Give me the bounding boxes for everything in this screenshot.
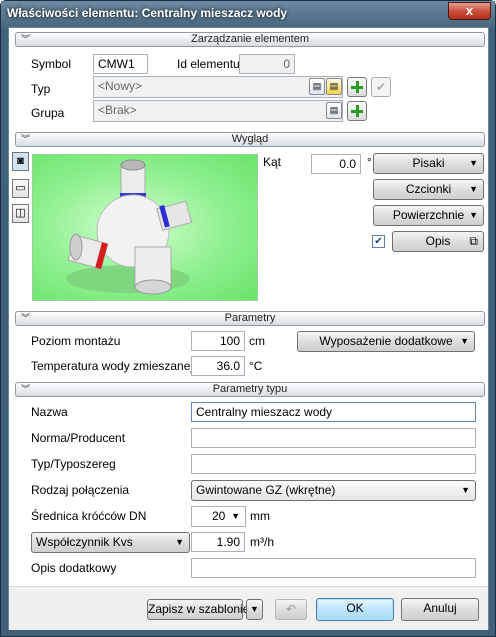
- srednica-select[interactable]: 20: [191, 506, 246, 527]
- symbol-label: Symbol: [31, 57, 72, 71]
- opis-label: Opis: [425, 234, 451, 248]
- section-header-parametry[interactable]: ︾ Parametry: [15, 311, 485, 326]
- srednica-unit: mm: [250, 509, 270, 523]
- rodzaj-label: Rodzaj połączenia: [31, 483, 130, 497]
- opis-dodatkowy-input[interactable]: [191, 558, 476, 578]
- browse-grupa-icon[interactable]: ▤: [326, 102, 342, 119]
- dialog-client: ︾ Zarządzanie elementem Symbol CMW1 Id el…: [8, 27, 489, 630]
- poziom-unit: cm: [249, 334, 265, 348]
- rodzaj-select[interactable]: Gwintowane GZ (wkrętne): [191, 480, 476, 501]
- zapisz-dropdown-button[interactable]: ▼: [246, 599, 263, 620]
- folder-icon[interactable]: ▭: [12, 179, 29, 198]
- section-header-parametry-typu[interactable]: ︾ Parametry typu: [15, 382, 485, 397]
- kat-label: Kąt: [263, 155, 282, 169]
- window-title: Właściwości elementu: Centralny mieszacz…: [7, 6, 288, 20]
- poziom-label: Poziom montażu: [31, 334, 121, 348]
- norma-label: Norma/Producent: [31, 431, 126, 445]
- grupa-label: Grupa: [31, 106, 65, 120]
- section-title: Wygląd: [231, 133, 269, 145]
- element-preview: [32, 154, 258, 301]
- close-button[interactable]: x: [448, 2, 491, 20]
- nazwa-label: Nazwa: [31, 405, 68, 419]
- temp-input[interactable]: 36.0: [191, 356, 245, 376]
- norma-input[interactable]: [191, 428, 476, 448]
- library-icon[interactable]: ▤: [326, 78, 342, 95]
- typ-field[interactable]: <Nowy>: [93, 76, 343, 98]
- id-label: Id elementu: [177, 57, 240, 71]
- typ-label: Typ: [31, 82, 51, 96]
- add-typ-button[interactable]: [347, 77, 367, 97]
- ok-button[interactable]: OK: [316, 598, 394, 621]
- title-bar[interactable]: Właściwości elementu: Centralny mieszacz…: [1, 1, 495, 27]
- mixer-icon: [66, 159, 193, 295]
- section-title: Parametry: [224, 312, 276, 324]
- poziom-input[interactable]: 100: [191, 331, 245, 351]
- zapisz-w-szablonie-button[interactable]: Zapisz w szablonie: [147, 599, 249, 620]
- undo-icon[interactable]: ↶: [275, 599, 307, 620]
- kvs-unit: m³/h: [250, 535, 274, 549]
- wyposazenie-button[interactable]: Wyposażenie dodatkowe: [297, 331, 475, 352]
- czcionki-button[interactable]: Czcionki: [373, 179, 484, 200]
- kat-unit: °: [367, 155, 372, 169]
- browse-icon[interactable]: ▤: [309, 78, 325, 95]
- typoszereg-label: Typ/Typoszereg: [31, 457, 116, 471]
- kvs-input[interactable]: 1.90: [191, 532, 245, 552]
- open-window-icon: ⧉: [469, 234, 478, 248]
- grupa-field[interactable]: <Brak>: [93, 100, 343, 122]
- kvs-select[interactable]: Współczynnik Kvs: [31, 532, 190, 553]
- collapse-icon: ︾: [21, 34, 31, 44]
- temp-unit: °C: [249, 359, 263, 373]
- id-input: 0: [239, 54, 295, 74]
- collapse-icon: ︾: [21, 384, 31, 394]
- section-title: Zarządzanie elementem: [190, 33, 309, 45]
- confirm-typ-button[interactable]: ✔: [371, 77, 391, 97]
- camera-icon[interactable]: ◙: [12, 152, 29, 171]
- symbol-input[interactable]: CMW1: [93, 54, 148, 74]
- collapse-icon: ︾: [21, 313, 31, 323]
- anuluj-button[interactable]: Anuluj: [401, 598, 479, 621]
- dialog-window: Właściwości elementu: Centralny mieszacz…: [0, 0, 496, 637]
- add-grupa-button[interactable]: [347, 101, 367, 121]
- powierzchnie-button[interactable]: Powierzchnie: [373, 205, 484, 226]
- section-title: Parametry typu: [212, 383, 288, 395]
- collapse-icon: ︾: [21, 134, 31, 144]
- temp-label: Temperatura wody zmieszanej: [31, 359, 194, 373]
- kat-input[interactable]: 0.0: [311, 154, 361, 174]
- pisaki-button[interactable]: Pisaki: [373, 153, 484, 174]
- typoszereg-input[interactable]: [191, 454, 476, 474]
- nazwa-input[interactable]: Centralny mieszacz wody: [191, 402, 476, 422]
- opis-dodatkowy-label: Opis dodatkowy: [31, 561, 117, 575]
- cube-icon[interactable]: ◫: [12, 204, 29, 223]
- section-header-zarzadzanie[interactable]: ︾ Zarządzanie elementem: [15, 32, 485, 47]
- opis-button[interactable]: Opis ⧉: [392, 231, 484, 252]
- srednica-label: Średnica króćców DN: [31, 509, 147, 523]
- opis-checkbox[interactable]: ✔: [372, 235, 385, 248]
- section-header-wyglad[interactable]: ︾ Wygląd: [15, 132, 485, 147]
